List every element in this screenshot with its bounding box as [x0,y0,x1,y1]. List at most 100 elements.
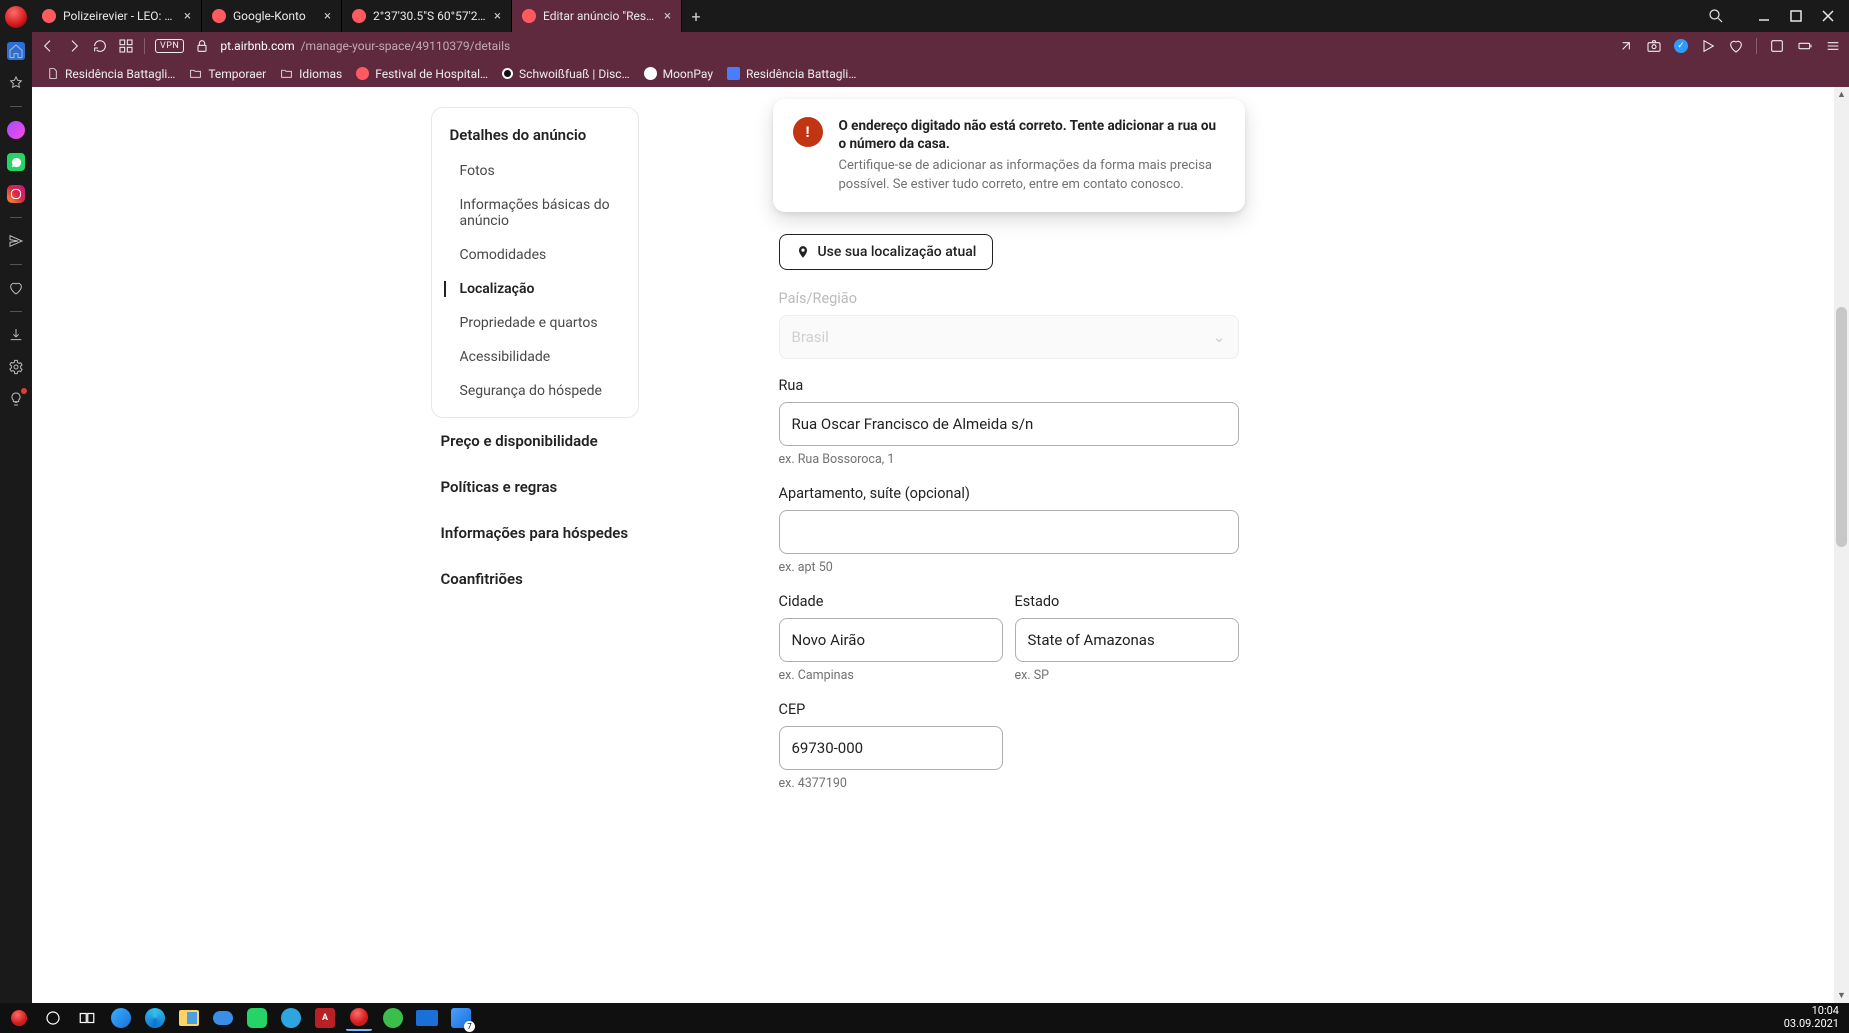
taskbar-app-1-icon[interactable] [108,1005,134,1031]
bookmark-item[interactable]: Temporaer [189,67,266,81]
send-icon[interactable] [7,232,25,250]
bookmark-item[interactable]: Residência Battagli… [46,67,175,81]
taskbar-edge-icon[interactable] [142,1005,168,1031]
browser-tab[interactable]: Polizeirevier - LEO: Überset × [32,0,202,32]
scroll-up-icon[interactable]: ▲ [1834,87,1849,102]
taskbar-mail-icon[interactable] [414,1005,440,1031]
location-pin-icon [796,245,810,259]
taskbar-telegram-icon[interactable] [278,1005,304,1031]
heart-outline-icon[interactable] [1728,38,1744,54]
whatsapp-icon[interactable] [7,153,25,171]
state-input[interactable] [1015,618,1239,662]
bookmark-label: Residência Battagli… [65,67,175,81]
play-icon[interactable] [1700,38,1716,54]
browser-tab[interactable]: 2°37'30.5"S 60°57'22.8"W × [342,0,512,32]
street-input[interactable] [779,402,1239,446]
use-location-label: Use sua localização atual [818,244,977,260]
scroll-down-icon[interactable]: ▼ [1834,988,1849,1003]
battery-icon[interactable] [1797,38,1813,54]
lock-icon[interactable] [194,38,210,54]
city-input[interactable] [779,618,1003,662]
sidenav-section-info-hospedes[interactable]: Informações para hóspedes [431,510,639,556]
sidenav-item-localizacao[interactable]: Localização [432,272,638,306]
sidenav-item-comodidades[interactable]: Comodidades [432,238,638,272]
cep-hint: ex. 4377190 [779,776,1239,791]
tab-close-icon[interactable]: × [494,9,501,24]
address-separator [144,38,145,54]
share-icon[interactable] [1618,38,1634,54]
page-scrollbar[interactable]: ▲ ▼ [1834,87,1849,1003]
vpn-badge[interactable]: VPN [155,39,184,53]
street-label: Rua [779,377,1239,394]
close-icon[interactable] [1821,9,1835,23]
taskbar-cortana-icon[interactable] [40,1005,66,1031]
opera-logo-icon[interactable] [5,6,27,28]
download-icon[interactable] [7,326,25,344]
city-hint: ex. Campinas [779,668,1003,683]
sidenav-item-seguranca[interactable]: Segurança do hóspede [432,374,638,413]
bookmark-label: Schwoißfuaß | Disc… [519,67,630,81]
sidenav-section-preco[interactable]: Preço e disponibilidade [431,418,639,464]
browser-tab[interactable]: Google-Konto × [202,0,342,32]
camera-icon[interactable] [1646,38,1662,54]
tab-close-icon[interactable]: × [324,9,331,24]
settings-icon[interactable] [7,358,25,376]
taskbar-explorer-icon[interactable] [176,1005,202,1031]
taskbar-app-blue-icon[interactable]: 7 [448,1005,474,1031]
tab-close-icon[interactable]: × [664,9,671,24]
sidenav-item-info-basicas[interactable]: Informações básicas do anúncio [432,188,638,238]
scroll-thumb[interactable] [1836,307,1847,547]
sidenav-section-politicas[interactable]: Políticas e regras [431,464,639,510]
taskbar-clock[interactable]: 10:04 03.09.2021 [1784,1005,1843,1030]
taskbar-opera-running-icon[interactable] [346,1005,372,1031]
tab-close-icon[interactable]: × [184,9,191,24]
new-tab-button[interactable]: + [682,0,710,32]
address-separator [1756,38,1757,54]
taskbar-whatsapp-icon[interactable] [244,1005,270,1031]
bookmark-item[interactable]: MoonPay [644,67,713,81]
browser-tab-active[interactable]: Editar anúncio "Residência × [512,0,682,32]
bookmark-item[interactable]: Residência Battagli… [727,67,856,81]
use-current-location-button[interactable]: Use sua localização atual [779,234,994,270]
speed-dial-icon[interactable] [7,74,25,92]
home-icon[interactable] [7,42,25,60]
sidenav-item-acessibilidade[interactable]: Acessibilidade [432,340,638,374]
sidenav-item-fotos[interactable]: Fotos [432,154,638,188]
bulb-icon[interactable] [7,390,25,408]
notification-dot-icon [21,388,27,394]
tab-title: Editar anúncio "Residência [543,9,657,23]
country-value: Brasil [792,328,829,346]
bookmark-item[interactable]: Idiomas [280,67,342,81]
address-form: ! O endereço digitado não está correto. … [779,99,1239,1003]
maximize-icon[interactable] [1789,9,1803,23]
tab-title: Google-Konto [233,9,317,23]
nav-back-icon[interactable] [40,38,56,54]
address-error-alert: ! O endereço digitado não está correto. … [773,99,1245,212]
taskbar-taskview-icon[interactable] [74,1005,100,1031]
shield-verified-icon[interactable]: ✓ [1674,39,1688,53]
url-field[interactable]: pt.airbnb.com/manage-your-space/49110379… [220,39,1608,53]
easy-setup-icon[interactable] [1825,38,1841,54]
taskbar-adobe-reader-icon[interactable]: A [312,1005,338,1031]
search-icon[interactable] [1707,7,1725,25]
messenger-icon[interactable] [7,121,25,139]
heart-icon[interactable] [7,279,25,297]
taskbar-opera-icon[interactable] [6,1005,32,1031]
taskbar-app-green-icon[interactable] [380,1005,406,1031]
tiles-icon[interactable] [118,38,134,54]
sidenav-item-propriedade[interactable]: Propriedade e quartos [432,306,638,340]
apt-input[interactable] [779,510,1239,554]
bookmark-item[interactable]: Festival de Hospital… [356,67,488,81]
cep-input[interactable] [779,726,1003,770]
chevron-down-icon: ⌄ [1213,328,1226,346]
nav-forward-icon[interactable] [66,38,82,54]
extension-icon[interactable] [1769,38,1785,54]
taskbar-badge: 7 [464,1021,475,1032]
instagram-icon[interactable] [7,185,25,203]
bookmark-item[interactable]: Schwoißfuaß | Disc… [502,67,630,81]
minimize-icon[interactable] [1757,9,1771,23]
taskbar-cloud-icon[interactable] [210,1005,236,1031]
bookmark-label: MoonPay [663,67,713,81]
sidenav-section-coanfitrioes[interactable]: Coanfitriões [431,556,639,602]
reload-icon[interactable] [92,38,108,54]
